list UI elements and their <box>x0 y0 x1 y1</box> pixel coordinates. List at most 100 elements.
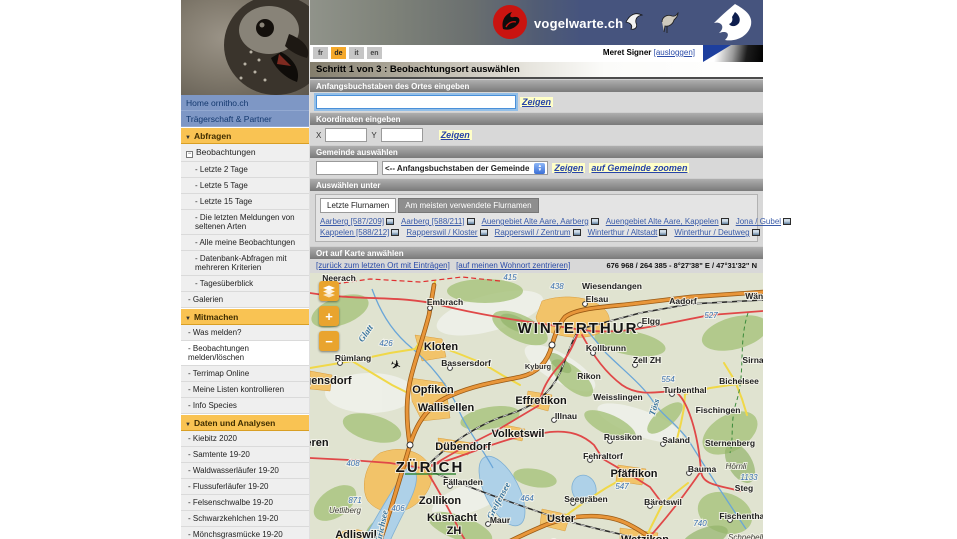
sidebar-item-home[interactable]: Home ornitho.ch <box>181 95 309 111</box>
y-label: Y <box>371 131 376 140</box>
show-place-button[interactable]: Zeigen <box>520 97 553 107</box>
sidebar-item-moenchsgrasmuecke[interactable]: - Mönchsgrasmücke 19-20 <box>181 527 309 539</box>
sidebar-item-schwarzkehlchen[interactable]: - Schwarzkehlchen 19-20 <box>181 511 309 527</box>
sidebar-item-traegerschaft[interactable]: Trägerschaft & Partner <box>181 111 309 127</box>
map-label: ZÜRICH <box>396 459 465 476</box>
sidebar-item-letzte-5-tage[interactable]: - Letzte 5 Tage <box>181 178 309 194</box>
sidebar-item-listen-kontrollieren[interactable]: - Meine Listen kontrollieren <box>181 382 309 398</box>
map-thumbnail-icon[interactable] <box>467 218 475 225</box>
map-label: Fischingen <box>696 405 741 415</box>
sidebar-section-mitmachen[interactable]: ▼Mitmachen <box>181 308 309 325</box>
map-label: WINTERTHUR <box>518 320 639 337</box>
flurname-link[interactable]: Kappelen [588/212] <box>320 228 389 237</box>
banner-decoration <box>703 45 763 62</box>
place-initials-input[interactable] <box>316 95 516 109</box>
flurname-link[interactable]: Winterthur / Altstadt <box>588 228 658 237</box>
flurname-link[interactable]: Rapperswil / Kloster <box>406 228 477 237</box>
map-label: 527 <box>704 311 718 320</box>
x-coordinate-input[interactable] <box>325 128 367 142</box>
y-coordinate-input[interactable] <box>381 128 423 142</box>
map-label: Rümlang <box>335 353 371 363</box>
map-zoom-out-button[interactable]: − <box>319 331 339 351</box>
collapse-icon[interactable]: − <box>186 151 193 158</box>
gemeinde-input[interactable] <box>316 161 378 175</box>
map-label: gensdorf <box>310 375 352 387</box>
show-coordinates-button[interactable]: Zeigen <box>439 130 472 140</box>
map-label: Fehraltorf <box>583 451 623 461</box>
sidebar-item-was-melden[interactable]: - Was melden? <box>181 325 309 341</box>
flurname-link[interactable]: Auengebiet Alte Aare, Aarberg <box>482 217 589 226</box>
lang-tab-fr[interactable]: fr <box>313 47 328 59</box>
x-label: X <box>316 131 321 140</box>
map-layers-button[interactable] <box>319 281 339 301</box>
map-label: Elsau <box>586 294 609 304</box>
sidebar-item-kiebitz[interactable]: - Kiebitz 2020 <box>181 431 309 447</box>
map-label: Rikon <box>577 371 601 381</box>
sidebar-item-samtente[interactable]: - Samtente 19-20 <box>181 447 309 463</box>
brand-title[interactable]: vogelwarte.ch <box>534 16 623 31</box>
map-label: 871 <box>348 496 361 505</box>
map-thumbnail-icon[interactable] <box>721 218 729 225</box>
sidebar-item-waldwasserlaeufer[interactable]: - Waldwasserläufer 19-20 <box>181 463 309 479</box>
select-spinner-icon: ▲▼ <box>534 163 545 174</box>
sidebar-item-tagesueberblick[interactable]: - Tagesüberblick <box>181 276 309 292</box>
sidebar-item-letzte-15-tage[interactable]: - Letzte 15 Tage <box>181 194 309 210</box>
map-label: Saland <box>662 435 690 445</box>
flying-bird-icon <box>622 8 648 39</box>
flurname-link[interactable]: Jona / Gubel <box>736 217 781 226</box>
sidebar-section-abfragen[interactable]: ▼Abfragen <box>181 127 309 144</box>
sidebar-item-alle-beobachtungen[interactable]: - Alle meine Beobachtungen <box>181 235 309 251</box>
map-label: Zollikon <box>419 495 461 507</box>
flurname-link[interactable]: Rapperswil / Zentrum <box>495 228 571 237</box>
map-label: Sternenberg <box>705 438 755 448</box>
map-label: Bichelsee <box>719 376 759 386</box>
gemeinde-select[interactable]: <-- Anfangsbuchstaben der Gemeinde ▲▼ <box>382 161 548 175</box>
map-thumbnail-icon[interactable] <box>573 229 581 236</box>
lang-tab-en[interactable]: en <box>367 47 382 59</box>
map-thumbnail-icon[interactable] <box>391 229 399 236</box>
flurname-link[interactable]: Auengebiet Alte Aare, Kappelen <box>606 217 719 226</box>
sidebar-item-galerien[interactable]: - Galerien <box>181 292 309 308</box>
map-label: 464 <box>520 494 534 503</box>
map-zoom-in-button[interactable]: + <box>319 306 339 326</box>
logout-link[interactable]: [ausloggen] <box>654 48 695 57</box>
topo-map[interactable]: ✈ Neerach415438WiesendangenWängiEmbrachE… <box>310 273 763 539</box>
map-thumbnail-icon[interactable] <box>591 218 599 225</box>
map-thumbnail-icon[interactable] <box>480 229 488 236</box>
tab-letzte-flurnamen[interactable]: Letzte Flurnamen <box>320 198 396 213</box>
flurname-link[interactable]: Winterthur / Deutweg <box>674 228 749 237</box>
map-label: Russikon <box>604 432 642 442</box>
sidebar-item-info-species[interactable]: - Info Species <box>181 398 309 414</box>
map-label: 740 <box>693 519 707 528</box>
map-thumbnail-icon[interactable] <box>386 218 394 225</box>
map-label: Uster <box>547 513 576 525</box>
tab-meistverwendete-flurnamen[interactable]: Am meisten verwendete Flurnamen <box>398 198 538 213</box>
sidebar-item-felsenschwalbe[interactable]: - Felsenschwalbe 19-20 <box>181 495 309 511</box>
map-label: Kyburg <box>525 362 552 371</box>
sidebar-section-daten-analysen[interactable]: ▼Daten und Analysen <box>181 414 309 431</box>
zoom-gemeinde-button[interactable]: auf Gemeinde zoomen <box>589 163 689 173</box>
map-thumbnail-icon[interactable] <box>752 229 760 236</box>
map-thumbnail-icon[interactable] <box>783 218 791 225</box>
map-thumbnail-icon[interactable] <box>659 229 667 236</box>
sidebar-item-seltene-arten[interactable]: - Die letzten Meldungen von seltenen Art… <box>181 210 309 235</box>
map-label: 1133 <box>740 473 758 482</box>
triangle-down-icon: ▼ <box>185 135 191 141</box>
gemeinde-select-value: <-- Anfangsbuchstaben der Gemeinde <box>385 164 529 173</box>
vogelwarte-logo-icon[interactable] <box>493 5 527 39</box>
sidebar-item-flussuferlaeufer[interactable]: - Flussuferläufer 19-20 <box>181 479 309 495</box>
map-label: Volketswil <box>492 428 545 440</box>
back-to-last-place-link[interactable]: [zurück zum letzten Ort mit Einträgen] <box>316 261 450 270</box>
lang-tab-it[interactable]: it <box>349 47 364 59</box>
sidebar-item-beobachtungen[interactable]: −Beobachtungen <box>181 144 309 162</box>
sidebar-item-terrimap[interactable]: - Terrimap Online <box>181 366 309 382</box>
center-home-link[interactable]: [auf meinen Wohnort zentrieren] <box>456 261 570 270</box>
cursor-coordinates: 676 968 / 264 385 - 8°27'38" E / 47°31'3… <box>606 261 757 270</box>
sidebar-item-beobachtungen-melden[interactable]: - Beobachtungen melden/löschen <box>181 341 309 366</box>
sidebar-item-datenbank-abfragen[interactable]: - Datenbank-Abfragen mit mehreren Kriter… <box>181 251 309 276</box>
flurname-link[interactable]: Aarberg [587/209] <box>320 217 384 226</box>
lang-tab-de[interactable]: de <box>331 47 346 59</box>
show-gemeinde-button[interactable]: Zeigen <box>552 163 585 173</box>
flurname-link[interactable]: Aarberg [588/211] <box>401 217 464 226</box>
sidebar-item-letzte-2-tage[interactable]: - Letzte 2 Tage <box>181 162 309 178</box>
